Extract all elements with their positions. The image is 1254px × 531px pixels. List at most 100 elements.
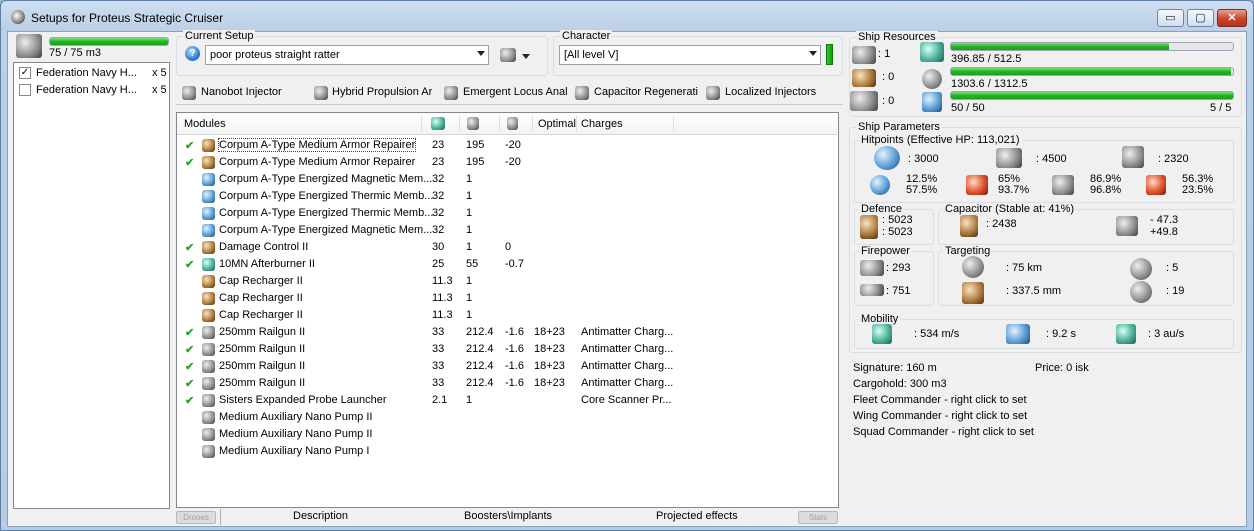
list-item[interactable]: Federation Navy H... x 5 xyxy=(16,82,167,99)
powergrid-icon xyxy=(922,69,942,89)
railgun-icon xyxy=(202,326,215,339)
drone-checkbox-2[interactable] xyxy=(19,84,31,96)
drone-qty-2: x 5 xyxy=(152,84,167,96)
afterburner-icon xyxy=(202,258,215,271)
module-name: Medium Auxiliary Nano Pump II xyxy=(219,428,373,440)
module-powergrid: 1 xyxy=(466,394,473,406)
thermal-resist-icon xyxy=(966,175,988,195)
module-capacitor: -1.6 xyxy=(505,360,524,372)
wing-commander[interactable]: Wing Commander - right click to set xyxy=(853,410,1027,422)
table-row[interactable]: Cap Recharger II 11.3 1 xyxy=(177,290,835,307)
table-row[interactable]: Corpum A-Type Energized Magnetic Mem... 3… xyxy=(177,171,835,188)
module-cpu: 11.3 xyxy=(432,292,453,304)
table-row[interactable]: Corpum A-Type Energized Thermic Memb... 3… xyxy=(177,205,835,222)
table-row[interactable]: ✔ Damage Control II 30 1 0 xyxy=(177,239,835,256)
module-name: Damage Control II xyxy=(219,241,309,253)
velocity-icon xyxy=(872,324,892,344)
active-check-icon: ✔ xyxy=(185,242,195,254)
thermal-resist-armor: 93.7% xyxy=(998,184,1030,196)
ship-menu-icon[interactable] xyxy=(500,48,516,62)
col-capacitor-icon[interactable] xyxy=(507,117,518,130)
subsystem-engineering[interactable]: Capacitor Regenerati xyxy=(594,86,698,98)
table-row[interactable]: Medium Auxiliary Nano Pump II xyxy=(177,426,835,443)
tab-stats[interactable]: Stats xyxy=(798,511,838,524)
col-modules[interactable]: Modules xyxy=(184,118,226,130)
fleet-commander[interactable]: Fleet Commander - right click to set xyxy=(853,394,1027,406)
module-cpu: 32 xyxy=(432,207,445,219)
table-row[interactable]: Medium Auxiliary Nano Pump I xyxy=(177,443,835,460)
firepower-label: Firepower xyxy=(859,245,912,257)
ship-menu-chevron-icon[interactable] xyxy=(522,54,530,59)
table-row[interactable]: ✔ 250mm Railgun II 33 212.4 -1.6 18+23 Antimat… xyxy=(177,341,835,358)
character-select[interactable]: [All level V] xyxy=(559,45,821,65)
module-charge: Antimatter Charg... xyxy=(581,360,674,372)
col-charges[interactable]: Charges xyxy=(581,118,623,130)
capacitor-group: Capacitor (Stable at: 41%) xyxy=(938,203,1234,245)
module-name: Cap Recharger II xyxy=(219,292,303,304)
powergrid-fill xyxy=(951,68,1232,75)
capacitor-icon xyxy=(960,215,978,237)
max-targets-icon xyxy=(1130,258,1152,280)
subsystem-defensive[interactable]: Nanobot Injector xyxy=(201,86,282,98)
warp-speed-icon xyxy=(1116,324,1136,344)
drone-checkbox-1[interactable]: ✓ xyxy=(19,67,31,79)
squad-commander[interactable]: Squad Commander - right click to set xyxy=(853,426,1034,438)
table-row[interactable]: Medium Auxiliary Nano Pump II xyxy=(177,409,835,426)
capacitor-use: - 47.3 xyxy=(1150,214,1179,226)
character-value: [All level V] xyxy=(564,49,619,61)
cap-recharger-icon xyxy=(202,275,215,288)
module-name: Corpum A-Type Energized Thermic Memb... xyxy=(219,190,434,202)
turret-dps: : 293 xyxy=(886,262,911,274)
setup-select[interactable]: poor proteus straight ratter xyxy=(205,45,489,65)
active-check-icon: ✔ xyxy=(185,140,195,152)
table-row[interactable]: ✔ Sisters Expanded Probe Launcher 2.1 1 Core… xyxy=(177,392,835,409)
maximize-button[interactable]: ▢ xyxy=(1187,9,1214,27)
title-bar[interactable]: Setups for Proteus Strategic Cruiser ▭ ▢… xyxy=(1,1,1253,31)
tab-description[interactable]: Description xyxy=(293,510,348,522)
drone-label-2: Federation Navy H... xyxy=(36,84,137,96)
table-row[interactable]: Corpum A-Type Energized Thermic Memb... 3… xyxy=(177,188,835,205)
table-row[interactable]: Cap Recharger II 11.3 1 xyxy=(177,273,835,290)
table-row[interactable]: ✔ 250mm Railgun II 33 212.4 -1.6 18+23 Antimat… xyxy=(177,358,835,375)
table-row[interactable]: ✔ 250mm Railgun II 33 212.4 -1.6 18+23 Antimat… xyxy=(177,375,835,392)
col-powergrid-icon[interactable] xyxy=(467,117,479,130)
module-cpu: 33 xyxy=(432,343,445,355)
minimize-button[interactable]: ▭ xyxy=(1157,9,1184,27)
app-icon xyxy=(11,10,25,24)
tab-drones[interactable]: Drones xyxy=(176,511,216,524)
module-name: Medium Auxiliary Nano Pump I xyxy=(219,445,370,457)
drone-list[interactable]: ✓ Federation Navy H... x 5 Federation Na… xyxy=(13,62,170,509)
module-cpu: 23 xyxy=(432,139,445,151)
modules-table[interactable]: Modules Optimal Charges ✔ Corpum A-Type M… xyxy=(176,112,839,508)
capacitor-recharge-icon xyxy=(1116,216,1138,236)
table-row[interactable]: ✔ Corpum A-Type Medium Armor Repairer 23 19… xyxy=(177,154,835,171)
module-cpu: 2.1 xyxy=(432,394,448,406)
tab-boosters-implants[interactable]: Boosters\Implants xyxy=(464,510,552,522)
subsystem-electronics-icon xyxy=(444,86,458,100)
col-optimal[interactable]: Optimal xyxy=(538,118,576,130)
close-button[interactable]: ✕ xyxy=(1217,9,1247,27)
module-powergrid: 1 xyxy=(466,224,473,236)
subsystem-propulsion[interactable]: Hybrid Propulsion Ar xyxy=(332,86,432,98)
col-cpu-icon[interactable] xyxy=(431,117,445,130)
module-name: 250mm Railgun II xyxy=(219,343,306,355)
table-row[interactable]: ✔ 250mm Railgun II 33 212.4 -1.6 18+23 Antimat… xyxy=(177,324,835,341)
module-cpu: 11.3 xyxy=(432,309,453,321)
module-name: 250mm Railgun II xyxy=(219,377,306,389)
sensor-strength-icon xyxy=(1130,281,1152,303)
table-row[interactable]: Cap Recharger II 11.3 1 xyxy=(177,307,835,324)
table-row[interactable]: Corpum A-Type Energized Magnetic Mem... 3… xyxy=(177,222,835,239)
module-powergrid: 212.4 xyxy=(466,343,494,355)
table-row[interactable]: ✔ Corpum A-Type Medium Armor Repairer 23 19… xyxy=(177,137,835,154)
subsystem-propulsion-icon xyxy=(314,86,328,100)
table-row[interactable]: ✔ 10MN Afterburner II 25 55 -0.7 xyxy=(177,256,835,273)
module-cpu: 32 xyxy=(432,190,445,202)
help-icon[interactable]: ? xyxy=(185,46,200,61)
tab-projected-effects[interactable]: Projected effects xyxy=(656,510,738,522)
subsystem-offensive[interactable]: Localized Injectors xyxy=(725,86,816,98)
module-capacitor: -0.7 xyxy=(505,258,524,270)
list-item[interactable]: ✓ Federation Navy H... x 5 xyxy=(16,65,167,82)
subsystem-electronics[interactable]: Emergent Locus Anal xyxy=(463,86,568,98)
defence-value-2: : 5023 xyxy=(882,226,913,238)
kinetic-resist-armor: 96.8% xyxy=(1090,184,1122,196)
